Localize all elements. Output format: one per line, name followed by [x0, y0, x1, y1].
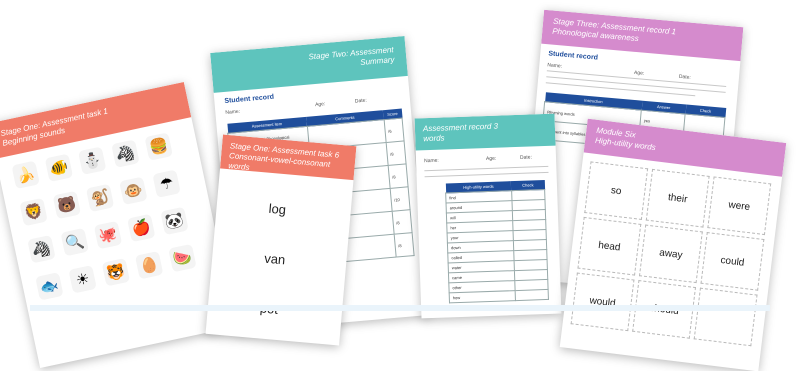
tiger-picture: 🐯 — [101, 257, 131, 287]
zebra-picture: 🦓 — [111, 139, 140, 168]
flash-card-word: could — [700, 232, 765, 291]
name-label: Name: — [423, 157, 439, 165]
flash-card-word: were — [707, 176, 772, 236]
panda-picture: 🐼 — [160, 206, 189, 236]
octopus-picture: 🐙 — [93, 220, 123, 250]
monkey-picture: 🐵 — [119, 176, 148, 206]
flash-card-word: so — [584, 161, 649, 221]
hfw-table: High-utility words Check find around wil… — [445, 180, 549, 303]
umbrella-picture: ☂ — [152, 169, 181, 198]
fish-picture: 🐠 — [44, 153, 74, 183]
student-record-heading: Student record — [224, 93, 275, 105]
zebra-picture: 🦓 — [27, 234, 56, 264]
flash-card-word: would — [570, 272, 635, 332]
stage-one-task6-sheet: Stage One: Assessment task 6 Consonant-v… — [205, 134, 357, 346]
egg-picture: 🥚 — [134, 250, 164, 280]
lion-picture: 🦁 — [19, 197, 48, 227]
age-label: Age: — [314, 101, 326, 109]
word-cell: how — [449, 290, 516, 303]
magnifier-picture: 🔍 — [60, 227, 89, 257]
flash-card-blank — [693, 287, 758, 347]
divider — [424, 171, 549, 178]
flash-card-word: away — [638, 224, 703, 284]
bottom-highlight-bar — [30, 305, 770, 311]
age-label: Age: — [633, 69, 645, 77]
date-label: Date: — [519, 154, 533, 161]
score-cell: /8 — [391, 209, 413, 235]
score-cell: /8 — [387, 163, 409, 189]
age-label: Age: — [485, 155, 497, 163]
stage-one-task1-sheet: Stage One: Assessment task 1 Beginning s… — [0, 81, 236, 369]
word-van: van — [263, 250, 286, 268]
hfw-record-header: Assessment record 3 words — [414, 113, 556, 151]
hfw-record-sheet: Assessment record 3 words Name: Age: Dat… — [414, 113, 562, 319]
date-label: Date: — [678, 73, 691, 81]
igloo-picture: ⛄ — [77, 146, 107, 175]
bear-picture: 🐻 — [52, 190, 82, 220]
score-cell: /8 — [393, 232, 415, 258]
student-record-heading: Student record — [548, 50, 599, 62]
score-cell: /8 — [385, 140, 407, 166]
name-label: Name: — [225, 108, 241, 116]
watermelon-picture: 🍉 — [168, 243, 197, 273]
score-cell: /6 — [383, 118, 405, 143]
date-label: Date: — [354, 97, 368, 105]
stage-two-header: Stage Two: Assessment Summary — [210, 36, 408, 93]
score-cell: /10 — [389, 186, 411, 212]
flash-card-word: their — [645, 168, 710, 228]
check-cell — [514, 289, 549, 301]
apple-picture: 🍎 — [127, 213, 156, 243]
divider — [424, 165, 549, 172]
name-label: Name: — [547, 62, 563, 70]
sun-picture: ☀ — [68, 265, 97, 294]
burger-picture: 🍔 — [144, 132, 173, 161]
fish-picture: 🐟 — [35, 272, 64, 301]
banana-picture: 🍌 — [11, 160, 40, 190]
flash-card-word: head — [577, 216, 642, 276]
word-log: log — [268, 200, 287, 218]
module-six-sheet: Module Six High-utility words so their w… — [559, 118, 787, 371]
monkey-picture: 🐒 — [85, 183, 115, 213]
